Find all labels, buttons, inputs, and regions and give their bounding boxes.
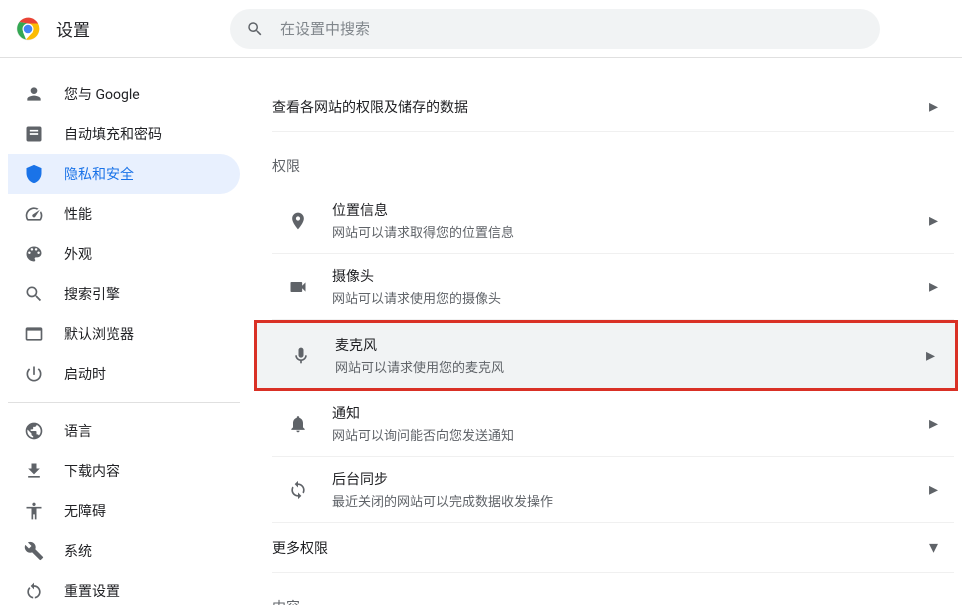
sidebar-item-label: 您与 Google xyxy=(64,84,140,104)
chevron-right-icon: ▸ xyxy=(926,345,935,366)
sidebar-item-performance[interactable]: 性能 xyxy=(8,194,240,234)
sidebar-item-startup[interactable]: 启动时 xyxy=(8,354,240,394)
permission-desc: 网站可以询问能否向您发送通知 xyxy=(332,425,929,444)
sidebar-item-label: 无障碍 xyxy=(64,501,106,521)
permission-notifications[interactable]: 通知 网站可以询问能否向您发送通知 ▸ xyxy=(272,391,954,457)
main-content: 查看各网站的权限及储存的数据 ▸ 权限 位置信息 网站可以请求取得您的位置信息 … xyxy=(248,58,962,605)
sidebar-item-label: 语言 xyxy=(64,421,92,441)
sidebar-item-label: 隐私和安全 xyxy=(64,164,134,184)
permission-title: 后台同步 xyxy=(332,469,929,489)
sidebar-item-autofill[interactable]: 自动填充和密码 xyxy=(8,114,240,154)
header: 设置 xyxy=(0,0,962,58)
permissions-heading: 权限 xyxy=(272,132,954,188)
permission-location[interactable]: 位置信息 网站可以请求取得您的位置信息 ▸ xyxy=(272,188,954,254)
permission-background-sync[interactable]: 后台同步 最近关闭的网站可以完成数据收发操作 ▸ xyxy=(272,457,954,523)
autofill-icon xyxy=(24,124,44,144)
chevron-right-icon: ▸ xyxy=(929,96,938,117)
view-site-data-row[interactable]: 查看各网站的权限及储存的数据 ▸ xyxy=(272,82,954,132)
search-input[interactable] xyxy=(280,20,864,38)
camera-icon xyxy=(288,277,308,297)
sidebar-item-label: 自动填充和密码 xyxy=(64,124,162,144)
search-container[interactable] xyxy=(230,9,880,49)
sidebar-item-label: 下载内容 xyxy=(64,461,120,481)
chevron-right-icon: ▸ xyxy=(929,210,938,231)
permission-title: 通知 xyxy=(332,403,929,423)
sidebar-item-label: 搜索引擎 xyxy=(64,284,120,304)
sidebar-item-accessibility[interactable]: 无障碍 xyxy=(8,491,240,531)
more-permissions-label: 更多权限 xyxy=(272,538,328,558)
sidebar: 您与 Google 自动填充和密码 隐私和安全 性能 外观 xyxy=(0,58,248,605)
sidebar-item-system[interactable]: 系统 xyxy=(8,531,240,571)
permission-desc: 网站可以请求取得您的位置信息 xyxy=(332,222,929,241)
sidebar-item-label: 启动时 xyxy=(64,364,106,384)
permission-title: 位置信息 xyxy=(332,200,929,220)
sidebar-divider xyxy=(8,402,240,403)
wrench-icon xyxy=(24,541,44,561)
permission-desc: 网站可以请求使用您的摄像头 xyxy=(332,288,929,307)
sidebar-item-language[interactable]: 语言 xyxy=(8,411,240,451)
permission-title: 摄像头 xyxy=(332,266,929,286)
sidebar-item-label: 重置设置 xyxy=(64,581,120,601)
sidebar-item-you-google[interactable]: 您与 Google xyxy=(8,74,240,114)
view-site-data-label: 查看各网站的权限及储存的数据 xyxy=(272,97,468,117)
more-permissions-row[interactable]: 更多权限 ▾ xyxy=(272,523,954,573)
permission-desc: 网站可以请求使用您的麦克风 xyxy=(335,357,926,376)
accessibility-icon xyxy=(24,501,44,521)
sidebar-item-default-browser[interactable]: 默认浏览器 xyxy=(8,314,240,354)
permission-title: 麦克风 xyxy=(335,335,926,355)
shield-icon xyxy=(24,164,44,184)
sidebar-item-label: 默认浏览器 xyxy=(64,324,134,344)
permission-desc: 最近关闭的网站可以完成数据收发操作 xyxy=(332,491,929,510)
permission-microphone[interactable]: 麦克风 网站可以请求使用您的麦克风 ▸ xyxy=(254,320,958,391)
chevron-down-icon: ▾ xyxy=(929,537,938,558)
sync-icon xyxy=(288,480,308,500)
download-icon xyxy=(24,461,44,481)
palette-icon xyxy=(24,244,44,264)
sidebar-item-search-engine[interactable]: 搜索引擎 xyxy=(8,274,240,314)
sidebar-item-appearance[interactable]: 外观 xyxy=(8,234,240,274)
bell-icon xyxy=(288,414,308,434)
permission-camera[interactable]: 摄像头 网站可以请求使用您的摄像头 ▸ xyxy=(272,254,954,320)
power-icon xyxy=(24,364,44,384)
search-engine-icon xyxy=(24,284,44,304)
sidebar-item-privacy-security[interactable]: 隐私和安全 xyxy=(8,154,240,194)
location-icon xyxy=(288,211,308,231)
person-icon xyxy=(24,84,44,104)
content-heading: 内容 xyxy=(272,573,954,605)
globe-icon xyxy=(24,421,44,441)
page-title: 设置 xyxy=(56,16,90,41)
sidebar-item-downloads[interactable]: 下载内容 xyxy=(8,451,240,491)
sidebar-item-label: 性能 xyxy=(64,204,92,224)
search-icon xyxy=(246,20,264,38)
chevron-right-icon: ▸ xyxy=(929,479,938,500)
browser-icon xyxy=(24,324,44,344)
reset-icon xyxy=(24,581,44,601)
chrome-logo-icon xyxy=(16,17,40,41)
sidebar-item-reset[interactable]: 重置设置 xyxy=(8,571,240,605)
chevron-right-icon: ▸ xyxy=(929,413,938,434)
sidebar-item-label: 外观 xyxy=(64,244,92,264)
mic-icon xyxy=(291,346,311,366)
speed-icon xyxy=(24,204,44,224)
chevron-right-icon: ▸ xyxy=(929,276,938,297)
sidebar-item-label: 系统 xyxy=(64,541,92,561)
